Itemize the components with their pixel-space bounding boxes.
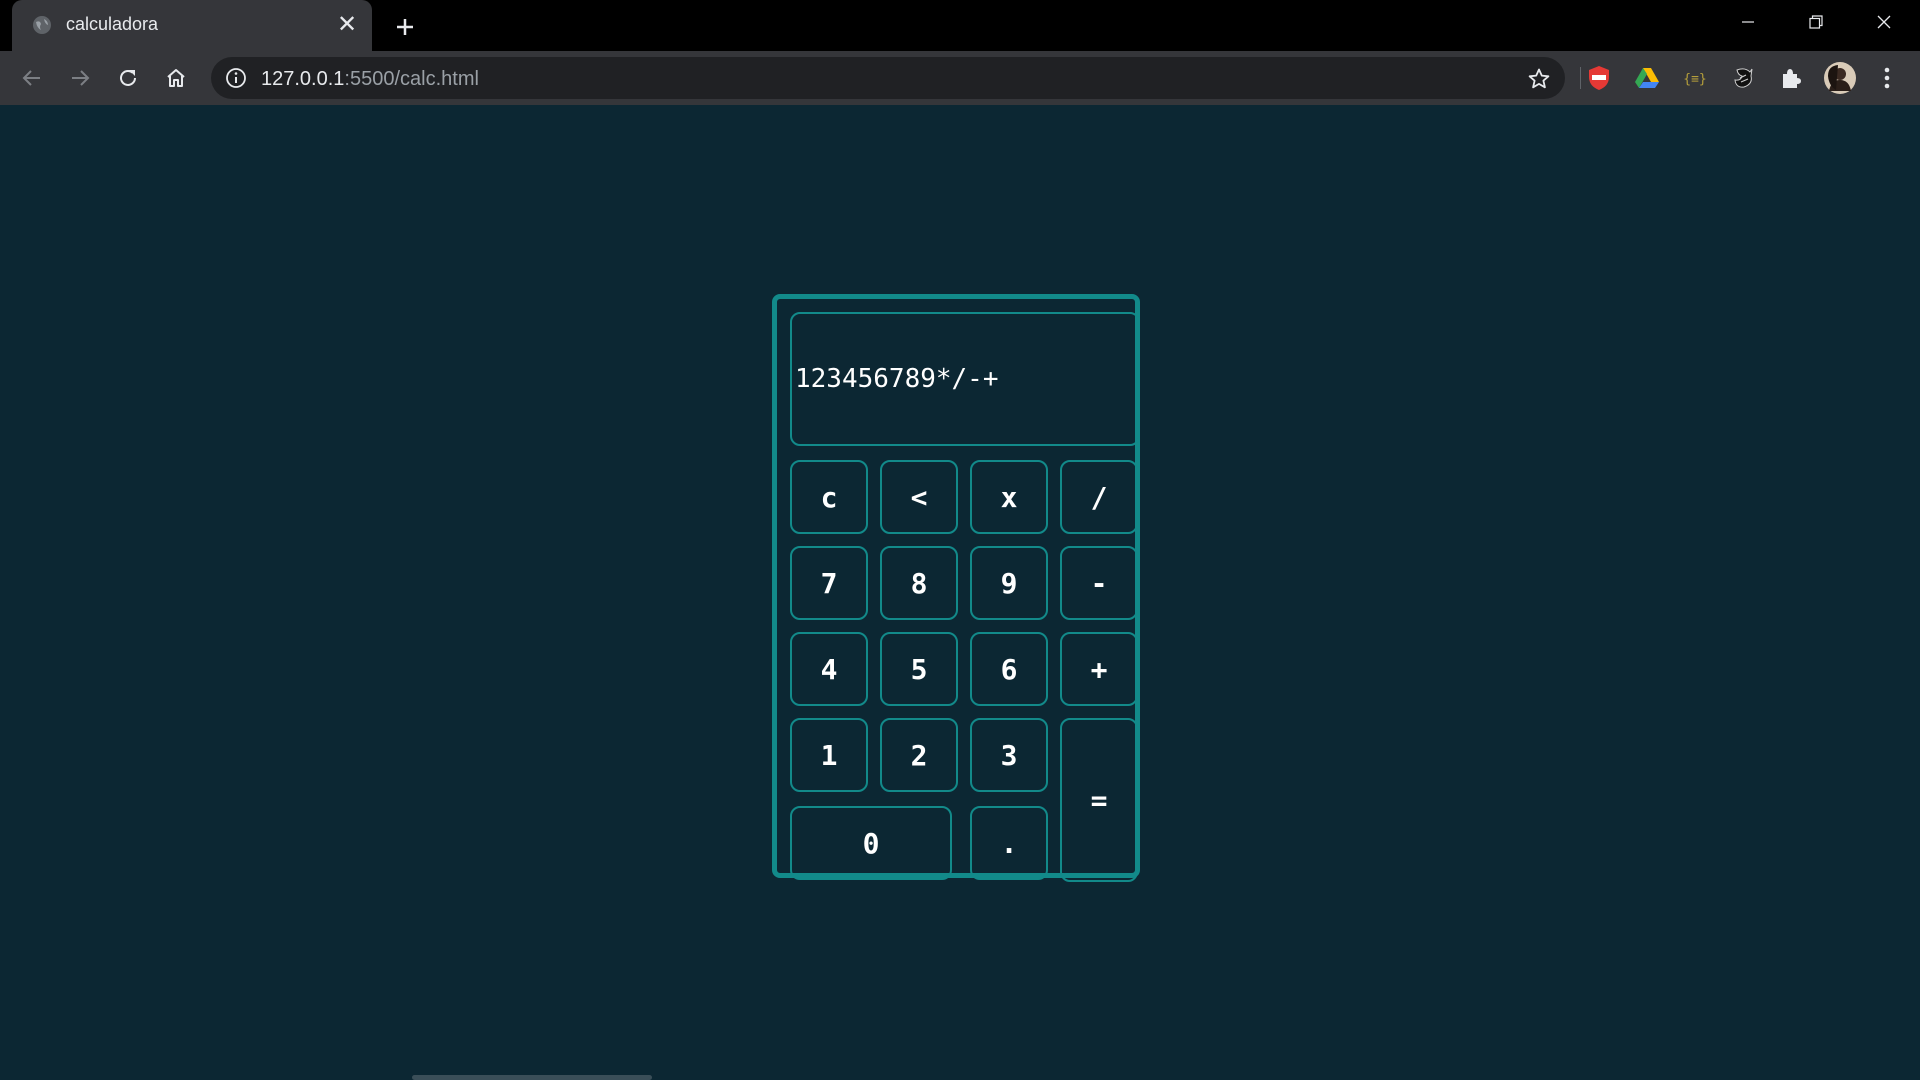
calculator-display: 123456789*/-+ <box>790 312 1140 446</box>
browser-menu-button[interactable] <box>1872 63 1902 93</box>
adblock-extension-button[interactable] <box>1584 63 1614 93</box>
reload-icon <box>120 69 136 86</box>
page-viewport: 123456789*/-+ c < x / 7 8 9 - 4 5 6 + 1 … <box>0 105 1920 1080</box>
digit-9-button[interactable]: 9 <box>970 546 1048 620</box>
minimize-button[interactable] <box>1714 0 1782 44</box>
url-text[interactable]: 127.0.0.1:5500/calc.html <box>261 68 479 91</box>
restore-button[interactable] <box>1782 0 1850 44</box>
home-button[interactable] <box>159 61 193 95</box>
calculator: 123456789*/-+ c < x / 7 8 9 - 4 5 6 + 1 … <box>772 294 1140 882</box>
digit-0-button[interactable]: 0 <box>790 806 952 880</box>
url-path: :5500/calc.html <box>344 68 479 90</box>
digit-6-button[interactable]: 6 <box>970 632 1048 706</box>
info-icon[interactable] <box>225 67 247 89</box>
window-close-icon <box>1877 15 1891 29</box>
digit-4-button[interactable]: 4 <box>790 632 868 706</box>
backspace-button[interactable]: < <box>880 460 958 534</box>
horizontal-scrollbar[interactable] <box>412 1075 652 1080</box>
reload-button[interactable] <box>111 61 145 95</box>
google-drive-icon <box>1635 68 1659 88</box>
toolbar-divider <box>1580 67 1581 89</box>
new-tab-button[interactable] <box>388 10 422 44</box>
globe-icon <box>33 16 51 34</box>
browser-titlebar: calculadora ✕ <box>0 0 1920 51</box>
decimal-point-button[interactable]: . <box>970 806 1048 880</box>
adblock-icon <box>1589 66 1609 90</box>
plus-icon <box>397 19 413 35</box>
back-button[interactable] <box>15 61 49 95</box>
digit-3-button[interactable]: 3 <box>970 718 1048 792</box>
divide-button[interactable]: / <box>1060 460 1138 534</box>
browser-tab[interactable]: calculadora ✕ <box>12 0 372 51</box>
kebab-menu-icon <box>1884 67 1890 89</box>
svg-text:{≡}: {≡} <box>1683 72 1706 87</box>
digit-5-button[interactable]: 5 <box>880 632 958 706</box>
extensions-button[interactable] <box>1776 63 1806 93</box>
back-arrow-icon <box>22 70 40 86</box>
json-viewer-icon: {≡} <box>1683 72 1706 87</box>
forward-arrow-icon <box>72 70 90 86</box>
minimize-icon <box>1742 21 1754 23</box>
close-icon[interactable]: ✕ <box>334 12 360 38</box>
star-icon[interactable] <box>1527 67 1551 91</box>
avatar <box>1824 62 1856 94</box>
google-drive-extension-button[interactable] <box>1632 63 1662 93</box>
clear-button[interactable]: c <box>790 460 868 534</box>
browser-toolbar: 127.0.0.1:5500/calc.html {≡} <box>0 51 1920 105</box>
window-close-button[interactable] <box>1850 0 1918 44</box>
digit-1-button[interactable]: 1 <box>790 718 868 792</box>
address-bar[interactable]: 127.0.0.1:5500/calc.html <box>211 57 1565 99</box>
tab-title: calculadora <box>66 14 159 34</box>
equals-button[interactable]: = <box>1060 718 1138 882</box>
minus-button[interactable]: - <box>1060 546 1138 620</box>
restore-icon <box>1809 15 1823 29</box>
plus-button[interactable]: + <box>1060 632 1138 706</box>
profile-button[interactable] <box>1823 61 1857 95</box>
url-host: 127.0.0.1 <box>261 68 345 90</box>
home-icon <box>167 69 185 87</box>
puzzle-icon <box>1783 69 1801 88</box>
tiger-extension-button[interactable] <box>1728 63 1758 93</box>
forward-button[interactable] <box>63 61 97 95</box>
digit-8-button[interactable]: 8 <box>880 546 958 620</box>
tiger-icon <box>1734 68 1753 88</box>
json-viewer-extension-button[interactable]: {≡} <box>1680 63 1710 93</box>
multiply-button[interactable]: x <box>970 460 1048 534</box>
digit-2-button[interactable]: 2 <box>880 718 958 792</box>
digit-7-button[interactable]: 7 <box>790 546 868 620</box>
